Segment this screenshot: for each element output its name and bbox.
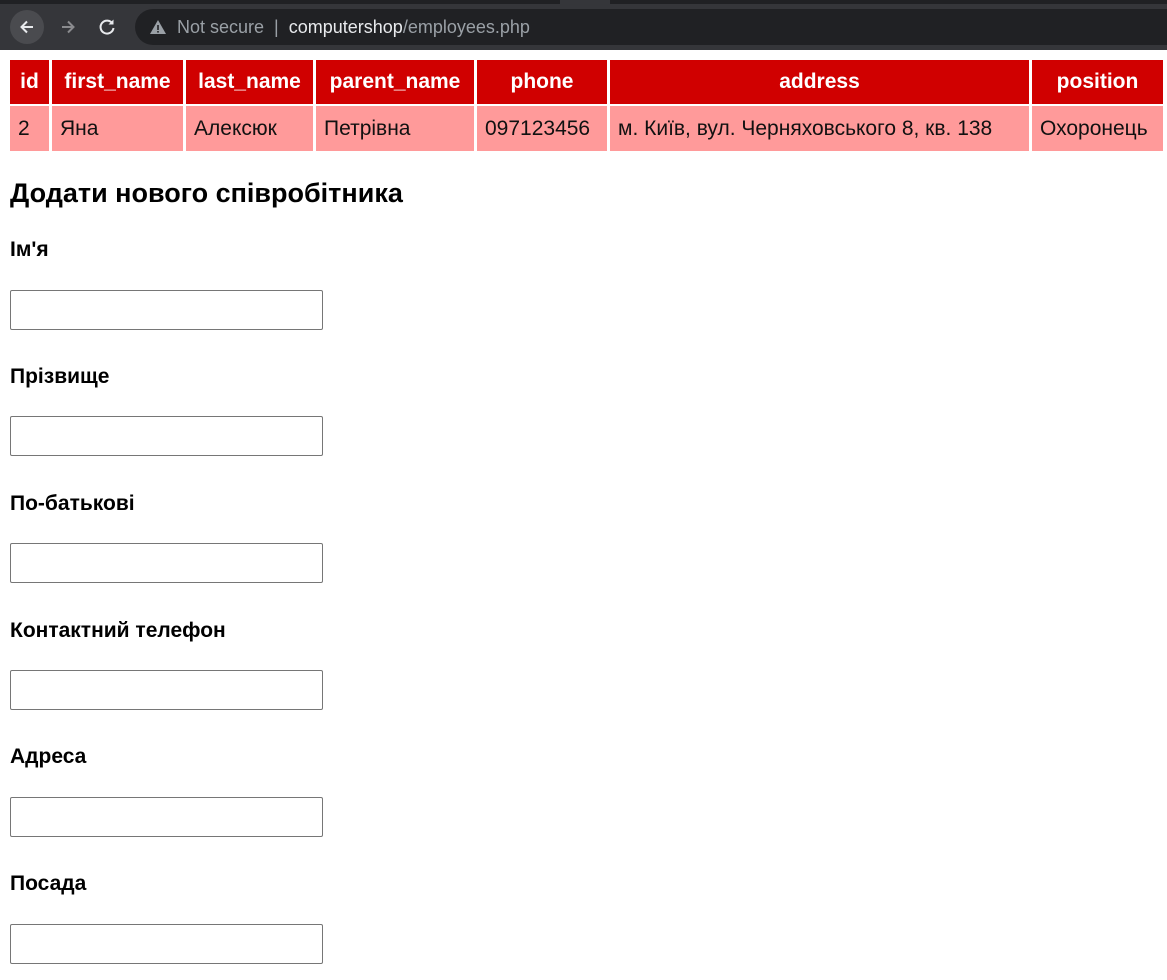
cell-first-name: Яна	[52, 106, 183, 151]
address-label: Адреса	[10, 745, 87, 768]
employees-table: id first_name last_name parent_name phon…	[7, 58, 1166, 153]
column-header-last-name: last_name	[186, 60, 313, 104]
back-button[interactable]	[10, 10, 44, 44]
back-arrow-icon	[20, 20, 33, 34]
security-status-label[interactable]: Not secure	[177, 17, 264, 38]
warning-icon[interactable]	[149, 18, 167, 36]
column-header-position: position	[1032, 60, 1163, 104]
browser-toolbar: Not secure | computershop/employees.php	[0, 0, 1167, 50]
parent-name-input[interactable]	[10, 543, 323, 583]
phone-input[interactable]	[10, 670, 323, 710]
address-bar[interactable]: Not secure | computershop/employees.php	[135, 9, 1167, 45]
column-header-first-name: first_name	[52, 60, 183, 104]
forward-button[interactable]	[51, 10, 85, 44]
first-name-label: Ім'я	[10, 238, 49, 261]
column-header-parent-name: parent_name	[316, 60, 474, 104]
phone-label: Контактний телефон	[10, 619, 226, 642]
column-header-id: id	[10, 60, 49, 104]
table-row: 2 Яна Алексюк Петрівна 097123456 м. Київ…	[10, 106, 1163, 151]
reload-icon	[99, 19, 115, 35]
table-header-row: id first_name last_name parent_name phon…	[10, 60, 1163, 104]
tab-strip	[0, 0, 1167, 4]
url-host[interactable]: computershop	[289, 17, 403, 38]
page-content: id first_name last_name parent_name phon…	[0, 50, 1167, 980]
cell-parent-name: Петрівна	[316, 106, 474, 151]
cell-id: 2	[10, 106, 49, 151]
add-employee-title: Додати нового співробітника	[10, 178, 403, 208]
reload-button[interactable]	[90, 10, 124, 44]
column-header-address: address	[610, 60, 1029, 104]
position-input[interactable]	[10, 924, 323, 964]
position-label: Посада	[10, 872, 87, 895]
parent-name-label: По-батькові	[10, 492, 135, 515]
url-path[interactable]: /employees.php	[403, 17, 530, 38]
last-name-input[interactable]	[10, 416, 323, 456]
cell-phone: 097123456	[477, 106, 607, 151]
forward-arrow-icon	[62, 20, 75, 34]
first-name-input[interactable]	[10, 290, 323, 330]
column-header-phone: phone	[477, 60, 607, 104]
url-separator: |	[274, 16, 279, 37]
cell-position: Охоронець	[1032, 106, 1163, 151]
last-name-label: Прізвище	[10, 365, 110, 388]
cell-last-name: Алексюк	[186, 106, 313, 151]
cell-address: м. Київ, вул. Черняховського 8, кв. 138	[610, 106, 1029, 151]
address-input[interactable]	[10, 797, 323, 837]
